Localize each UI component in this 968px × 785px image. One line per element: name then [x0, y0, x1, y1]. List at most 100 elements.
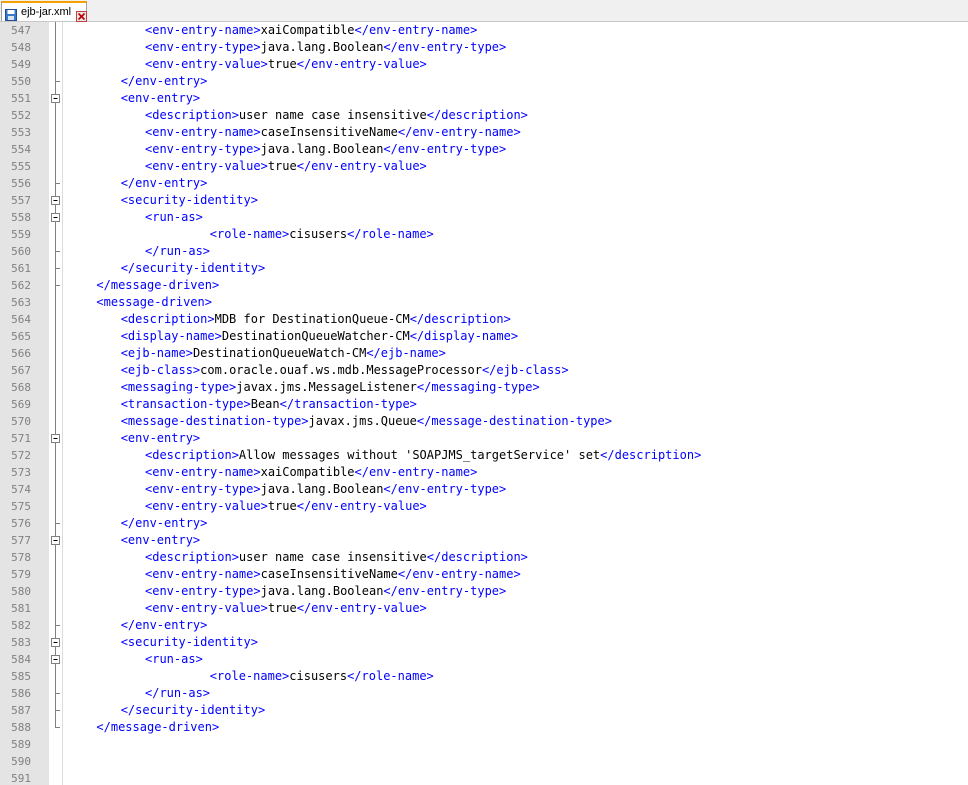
- code-line[interactable]: 551 <env-entry>: [0, 90, 968, 107]
- code-text: <env-entry-type>java.lang.Boolean</env-e…: [145, 584, 506, 599]
- code-line[interactable]: 588 </message-driven>: [0, 719, 968, 736]
- code-line[interactable]: 548 <env-entry-type>java.lang.Boolean</en…: [0, 39, 968, 56]
- code-line[interactable]: 569 <transaction-type>Bean</transaction-t…: [0, 396, 968, 413]
- xml-tag: </env-entry-name>: [354, 23, 478, 37]
- xml-tag: <description>: [145, 550, 239, 564]
- fold-end-marker: [55, 710, 60, 711]
- code-line[interactable]: 585 <role-name>cisusers</role-name>: [0, 668, 968, 685]
- code-line[interactable]: 549 <env-entry-value>true</env-entry-valu…: [0, 56, 968, 73]
- code-line[interactable]: 571 <env-entry>: [0, 430, 968, 447]
- xml-tag: </message-destination-type>: [416, 414, 612, 428]
- code-line[interactable]: 559 <role-name>cisusers</role-name>: [0, 226, 968, 243]
- code-line[interactable]: 579 <env-entry-name>caseInsensitiveName</…: [0, 566, 968, 583]
- line-number: 591: [11, 772, 31, 785]
- code-line[interactable]: 589: [0, 736, 968, 753]
- xml-value: java.lang.Boolean: [260, 142, 384, 156]
- xml-value: DestinationQueueWatch-CM: [192, 346, 367, 360]
- code-line[interactable]: 581 <env-entry-value>true</env-entry-valu…: [0, 600, 968, 617]
- code-line[interactable]: 572 <description>Allow messages without '…: [0, 447, 968, 464]
- code-line[interactable]: 573 <env-entry-name>xaiCompatible</env-en…: [0, 464, 968, 481]
- collapse-icon[interactable]: [49, 90, 63, 107]
- code-line[interactable]: 547 <env-entry-name>xaiCompatible</env-en…: [0, 22, 968, 39]
- code-line[interactable]: 570 <message-destination-type>javax.jms.Q…: [0, 413, 968, 430]
- fold-end-marker: [55, 183, 60, 184]
- xml-tag: <env-entry-value>: [145, 499, 268, 513]
- code-line[interactable]: 564 <description>MDB for DestinationQueue…: [0, 311, 968, 328]
- xml-value: caseInsensitiveName: [260, 125, 398, 139]
- code-text: <ejb-name>DestinationQueueWatch-CM</ejb-…: [121, 346, 446, 361]
- code-line[interactable]: 566 <ejb-name>DestinationQueueWatch-CM</e…: [0, 345, 968, 362]
- line-number: 559: [11, 228, 31, 241]
- code-text: <env-entry-value>true</env-entry-value>: [145, 601, 427, 616]
- code-line[interactable]: 574 <env-entry-type>java.lang.Boolean</en…: [0, 481, 968, 498]
- code-line[interactable]: 576 </env-entry>: [0, 515, 968, 532]
- xml-value: cisusers: [289, 669, 348, 683]
- collapse-icon[interactable]: [49, 634, 63, 651]
- code-line[interactable]: 557 <security-identity>: [0, 192, 968, 209]
- code-line[interactable]: 561 </security-identity>: [0, 260, 968, 277]
- tab-ejb-jar-xml[interactable]: ejb-jar.xml: [1, 1, 88, 22]
- code-line[interactable]: 586 </run-as>: [0, 685, 968, 702]
- code-line[interactable]: 590: [0, 753, 968, 770]
- code-line[interactable]: 558 <run-as>: [0, 209, 968, 226]
- code-line[interactable]: 580 <env-entry-type>java.lang.Boolean</en…: [0, 583, 968, 600]
- xml-tag: </security-identity>: [120, 703, 266, 717]
- xml-value: user name case insensitive: [238, 108, 427, 122]
- line-number: 576: [11, 517, 31, 530]
- code-line[interactable]: 553 <env-entry-name>caseInsensitiveName</…: [0, 124, 968, 141]
- code-line[interactable]: 560 </run-as>: [0, 243, 968, 260]
- code-line[interactable]: 591: [0, 770, 968, 785]
- editor-window: ejb-jar.xml 547 <env-entry-name>xaiCompat…: [0, 0, 968, 785]
- xml-tag: </env-entry-type>: [383, 40, 507, 54]
- code-line[interactable]: 577 <env-entry>: [0, 532, 968, 549]
- code-text: <description>user name case insensitive<…: [145, 108, 528, 123]
- code-line[interactable]: 563 <message-driven>: [0, 294, 968, 311]
- code-line[interactable]: 552 <description>user name case insensiti…: [0, 107, 968, 124]
- collapse-icon[interactable]: [49, 192, 63, 209]
- xml-value: true: [267, 601, 297, 615]
- code-text: </security-identity>: [121, 261, 266, 276]
- xml-tag: <ejb-name>: [120, 346, 193, 360]
- code-line[interactable]: 575 <env-entry-value>true</env-entry-valu…: [0, 498, 968, 515]
- xml-value: true: [267, 159, 297, 173]
- code-line[interactable]: 584 <run-as>: [0, 651, 968, 668]
- line-number: 555: [11, 160, 31, 173]
- xml-tag: </ejb-name>: [366, 346, 446, 360]
- xml-tag: <message-destination-type>: [120, 414, 309, 428]
- xml-tag: </env-entry-type>: [383, 482, 507, 496]
- fold-end-marker: [55, 693, 60, 694]
- close-icon[interactable]: [76, 7, 88, 22]
- collapse-icon[interactable]: [49, 430, 63, 447]
- xml-tag: <ejb-class>: [120, 363, 201, 377]
- xml-tag: </env-entry-value>: [296, 499, 427, 513]
- code-line[interactable]: 583 <security-identity>: [0, 634, 968, 651]
- xml-tag: </role-name>: [347, 669, 434, 683]
- xml-tag: </description>: [426, 108, 528, 122]
- code-line[interactable]: 587 </security-identity>: [0, 702, 968, 719]
- xml-value: java.lang.Boolean: [260, 482, 384, 496]
- tab-label: ejb-jar.xml: [21, 6, 72, 18]
- code-line[interactable]: 565 <display-name>DestinationQueueWatcher…: [0, 328, 968, 345]
- xml-tag: </description>: [600, 448, 702, 462]
- collapse-icon[interactable]: [49, 651, 63, 668]
- xml-tag: </run-as>: [145, 244, 211, 258]
- code-line[interactable]: 556 </env-entry>: [0, 175, 968, 192]
- xml-tag: </messaging-type>: [416, 380, 540, 394]
- code-line[interactable]: 554 <env-entry-type>java.lang.Boolean</en…: [0, 141, 968, 158]
- xml-value: xaiCompatible: [260, 23, 355, 37]
- code-line[interactable]: 555 <env-entry-value>true</env-entry-valu…: [0, 158, 968, 175]
- collapse-icon[interactable]: [49, 209, 63, 226]
- collapse-icon[interactable]: [49, 532, 63, 549]
- xml-tag: <description>: [120, 312, 215, 326]
- code-line[interactable]: 578 <description>user name case insensiti…: [0, 549, 968, 566]
- code-line[interactable]: 582 </env-entry>: [0, 617, 968, 634]
- code-text: <env-entry-name>caseInsensitiveName</env…: [145, 125, 521, 140]
- code-line[interactable]: 567 <ejb-class>com.oracle.ouaf.ws.mdb.Mes…: [0, 362, 968, 379]
- code-text: <env-entry-value>true</env-entry-value>: [145, 159, 427, 174]
- code-line[interactable]: 568 <messaging-type>javax.jms.MessageList…: [0, 379, 968, 396]
- code-line[interactable]: 550 </env-entry>: [0, 73, 968, 90]
- code-line[interactable]: 562 </message-driven>: [0, 277, 968, 294]
- line-number: 549: [11, 58, 31, 71]
- code-editor[interactable]: 547 <env-entry-name>xaiCompatible</env-en…: [0, 22, 968, 785]
- xml-value: DestinationQueueWatcher-CM: [221, 329, 410, 343]
